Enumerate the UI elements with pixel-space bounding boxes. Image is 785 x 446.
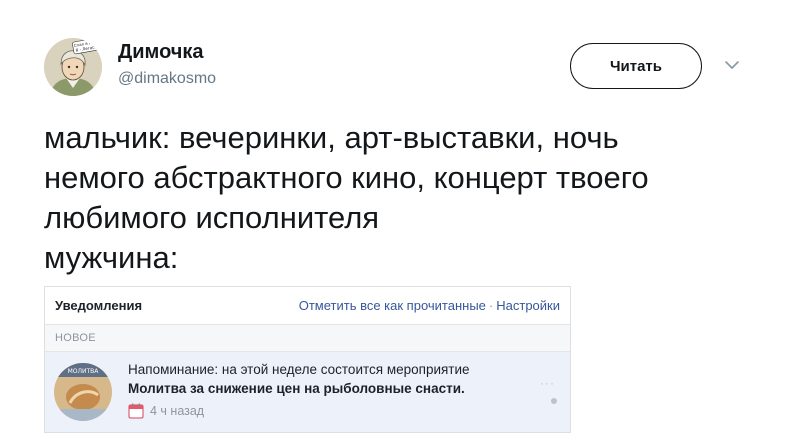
mark-all-read-link[interactable]: Отметить все как прочитанные [299, 298, 486, 313]
settings-link[interactable]: Настройки [496, 298, 560, 313]
notifications-title: Уведомления [55, 298, 143, 313]
section-new-label: НОВОЕ [45, 325, 570, 352]
calendar-icon [128, 403, 144, 419]
follow-button[interactable]: Читать [570, 43, 702, 89]
mark-read-dot[interactable] [551, 398, 557, 404]
notification-time: 4 ч назад [150, 404, 205, 418]
more-options-icon[interactable]: ··· [540, 376, 555, 390]
avatar-image: Спал в приве. Я - Легасов. [44, 38, 102, 96]
event-name[interactable]: Молитва за снижение цен на рыболовные сн… [128, 381, 465, 396]
avatar[interactable]: Спал в приве. Я - Легасов. [44, 38, 102, 96]
thumb-banner-text: МОЛИТВА [68, 368, 100, 375]
actions-separator: · [488, 298, 494, 313]
author-name[interactable]: Димочка [118, 41, 204, 64]
notification-text: Напоминание: на этой неделе состоится ме… [128, 362, 470, 377]
notification-meta: 4 ч назад [128, 403, 204, 419]
event-thumbnail: МОЛИТВА [54, 363, 112, 421]
author-handle[interactable]: @dimakosmo [118, 70, 216, 88]
notifications-header: Уведомления Отметить все как прочитанные… [45, 287, 570, 325]
notification-item[interactable]: МОЛИТВА Напоминание: на этой неделе сост… [45, 352, 570, 432]
chevron-down-icon[interactable] [724, 59, 740, 71]
notifications-actions: Отметить все как прочитанные · Настройки [299, 298, 560, 313]
tweet-text: мальчик: вечеринки, арт-выставки, ночь н… [44, 120, 649, 275]
notifications-panel: Уведомления Отметить все как прочитанные… [44, 286, 571, 433]
